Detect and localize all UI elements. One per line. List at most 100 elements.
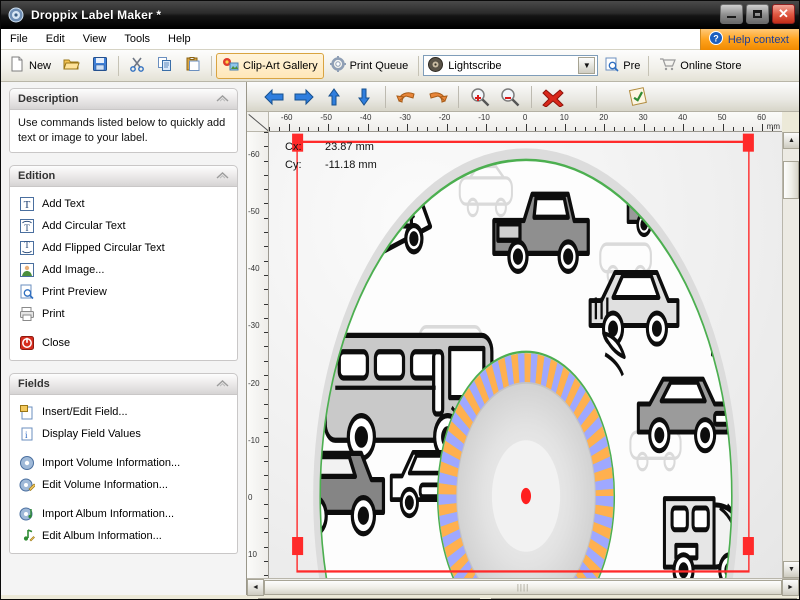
ruler-tick: [264, 460, 268, 462]
command-import-album-information[interactable]: Import Album Information...: [18, 503, 229, 525]
vertical-ruler[interactable]: -60 -50 -40 -30 -20 -10 0 10: [247, 132, 269, 578]
clipart-gallery-button[interactable]: Clip-Art Gallery: [216, 52, 324, 79]
ruler-label: -60: [248, 149, 260, 159]
red-x-icon[interactable]: [538, 84, 568, 110]
ruler-tick: [264, 246, 268, 248]
print-preview-button[interactable]: Pre: [598, 53, 644, 79]
command-add-circular-text[interactable]: T Add Circular Text: [18, 215, 229, 237]
ruler-tick: [476, 127, 478, 131]
command-edit-album-information[interactable]: Edit Album Information...: [18, 525, 229, 547]
magnifier-minus-icon[interactable]: [495, 84, 525, 110]
command-import-volume-information[interactable]: Import Volume Information...: [18, 452, 229, 474]
online-store-button[interactable]: Online Store: [653, 53, 747, 79]
ruler-tick: [264, 503, 268, 505]
command-insert-edit-field[interactable]: Insert/Edit Field...: [18, 401, 229, 423]
ruler-tick: [264, 375, 268, 376]
collapse-chevron-icon[interactable]: [216, 378, 229, 390]
paste-icon: [185, 56, 201, 75]
ruler-tick: [545, 127, 547, 131]
magnifier-plus-icon[interactable]: [465, 84, 495, 110]
menu-tools[interactable]: Tools: [115, 31, 159, 47]
canvas-toolbar-separator: [458, 85, 459, 108]
help-context-button[interactable]: ? Help context: [699, 29, 799, 50]
chevron-down-icon[interactable]: ▼: [578, 57, 596, 74]
arrow-up-icon[interactable]: [319, 84, 349, 110]
ruler-tick: [752, 127, 754, 131]
menu-file[interactable]: File: [1, 31, 37, 47]
canvas-vertical-scrollbar[interactable]: ▲ ▼: [782, 132, 799, 578]
ruler-tick: [264, 546, 268, 548]
ruler-tick: [456, 127, 458, 131]
scrollbar-track[interactable]: [783, 149, 799, 561]
ruler-tick: [624, 127, 626, 131]
command-add-flipped-circular-text[interactable]: T Add Flipped Circular Text: [18, 237, 229, 259]
canvas-toolbar: [247, 82, 799, 112]
canvas-horizontal-scrollbar[interactable]: ◄ |||| ►: [247, 578, 799, 596]
maximize-button[interactable]: [746, 4, 769, 24]
text-tool-icon: T: [18, 196, 35, 213]
cut-button[interactable]: [123, 53, 151, 79]
command-close[interactable]: Close: [18, 332, 229, 354]
ruler-unit-label: mm: [766, 122, 780, 131]
panel-fields-header[interactable]: Fields: [9, 373, 238, 395]
insert-field-icon: [18, 404, 35, 421]
menu-help[interactable]: Help: [159, 31, 200, 47]
print-queue-button[interactable]: Print Queue: [324, 53, 415, 79]
scroll-down-button[interactable]: ▼: [783, 561, 799, 578]
panel-edition-header[interactable]: Edition: [9, 165, 238, 187]
arrow-left-icon[interactable]: [259, 84, 289, 110]
command-print[interactable]: Print: [18, 303, 229, 325]
redo-arrow-icon[interactable]: [422, 84, 452, 110]
checkmark-note-icon[interactable]: [623, 84, 653, 110]
command-gap: [18, 325, 229, 332]
command-add-image[interactable]: Add Image...: [18, 259, 229, 281]
menu-view[interactable]: View: [74, 31, 116, 47]
coordinate-readout: Cx: 23.87 mm Cy: -11.18 mm: [285, 138, 377, 174]
ruler-label: -60: [280, 113, 293, 122]
ruler-tick: [264, 317, 268, 319]
scroll-right-button[interactable]: ►: [782, 578, 799, 596]
label-canvas[interactable]: Cx: 23.87 mm Cy: -11.18 mm: [269, 132, 782, 578]
device-select[interactable]: Lightscribe ▼: [423, 55, 599, 76]
panel-fields-body: Insert/Edit Field... i Display Field Val…: [9, 395, 238, 554]
paste-button[interactable]: [179, 53, 207, 79]
ruler-tick: [264, 517, 268, 519]
collapse-chevron-icon[interactable]: [216, 170, 229, 182]
copy-button[interactable]: [151, 53, 179, 79]
command-edit-volume-information[interactable]: Edit Volume Information...: [18, 474, 229, 496]
open-button[interactable]: [57, 53, 86, 79]
folder-open-icon: [63, 56, 80, 75]
save-button[interactable]: [86, 53, 114, 79]
ruler-tick: [416, 127, 418, 131]
print-preview-icon: [604, 57, 619, 75]
canvas-toolbar-separator: [531, 85, 532, 108]
ruler-tick: [377, 127, 379, 131]
ruler-tick: [264, 289, 268, 291]
ruler-tick: [436, 127, 438, 131]
ruler-tick: [643, 124, 645, 131]
command-print-preview[interactable]: Print Preview: [18, 281, 229, 303]
undo-arrow-icon[interactable]: [392, 84, 422, 110]
cx-label: Cx:: [285, 141, 302, 153]
menu-edit[interactable]: Edit: [37, 31, 74, 47]
horizontal-ruler[interactable]: mm -60 -50 -40 -30 -20 -10 0 10 20 30 40 50 60: [269, 112, 782, 132]
close-button[interactable]: ✕: [772, 4, 795, 24]
canvas-row: -60 -50 -40 -30 -20 -10 0 10 Cx: 23.87 m…: [247, 132, 799, 578]
ruler-tick: [387, 127, 389, 131]
command-display-field-values[interactable]: i Display Field Values: [18, 423, 229, 445]
new-button[interactable]: New: [3, 53, 57, 79]
command-add-text[interactable]: T Add Text: [18, 193, 229, 215]
scrollbar-thumb[interactable]: ||||: [264, 579, 782, 595]
panel-description-header[interactable]: Description: [9, 88, 238, 110]
collapse-chevron-icon[interactable]: [216, 93, 229, 105]
scrollbar-thumb[interactable]: [783, 161, 799, 199]
ruler-label: 20: [599, 113, 609, 122]
ruler-tick: [269, 127, 270, 131]
body-area: Description Use commands listed below to…: [1, 82, 799, 596]
minimize-button[interactable]: [720, 4, 743, 24]
scroll-up-button[interactable]: ▲: [783, 132, 799, 149]
ruler-tick: [288, 124, 290, 131]
arrow-down-icon[interactable]: [349, 84, 379, 110]
arrow-right-icon[interactable]: [289, 84, 319, 110]
scroll-left-button[interactable]: ◄: [247, 578, 264, 596]
